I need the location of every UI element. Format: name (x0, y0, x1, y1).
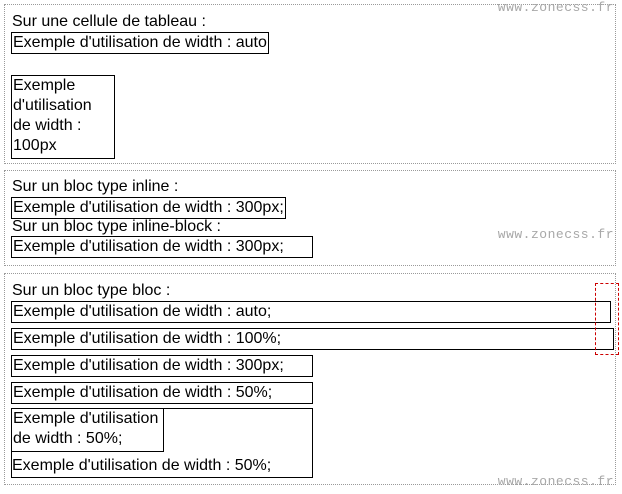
table-cell-width-auto: Exemple d'utilisation de width : auto (11, 32, 269, 54)
block-width-300px: Exemple d'utilisation de width : 300px; (11, 355, 313, 377)
watermark: www.zonecss.fr (497, 227, 614, 242)
inline-block-heading: Sur un bloc type inline-block : (12, 218, 221, 235)
inline-width-300px: Exemple d'utilisation de width : 300px; (11, 197, 286, 219)
cell-line: d'utilisation (13, 97, 92, 114)
inline-heading: Sur un bloc type inline : (12, 178, 179, 195)
cell-line: 100px (13, 137, 57, 154)
table-cell-width-100px: Exemple d'utilisation de width : 100px (11, 75, 115, 159)
table-section-heading: Sur une cellule de tableau : (12, 13, 206, 30)
inline-block-width-300px: Exemple d'utilisation de width : 300px; (11, 236, 313, 258)
block-width-100pct: Exemple d'utilisation de width : 100%; (11, 328, 614, 350)
block-width-50pct: Exemple d'utilisation de width : 50%; (11, 382, 313, 404)
watermark: www.zonecss.fr (497, 0, 614, 15)
nested-block-outer-text: Exemple d'utilisation de width : 50%; (12, 457, 272, 474)
overflow-marker (595, 283, 619, 355)
block-heading: Sur un bloc type bloc : (12, 282, 171, 299)
nested-block-inner: Exemple d'utilisation de width : 50%; (11, 408, 164, 452)
cell-line: de width : (13, 117, 82, 134)
watermark: www.zonecss.fr (497, 474, 614, 489)
nested-inner-line: de width : 50%; (13, 430, 123, 447)
cell-line: Exemple (13, 77, 76, 94)
block-width-auto: Exemple d'utilisation de width : auto; (11, 301, 611, 323)
nested-inner-line: Exemple d'utilisation (13, 410, 159, 427)
